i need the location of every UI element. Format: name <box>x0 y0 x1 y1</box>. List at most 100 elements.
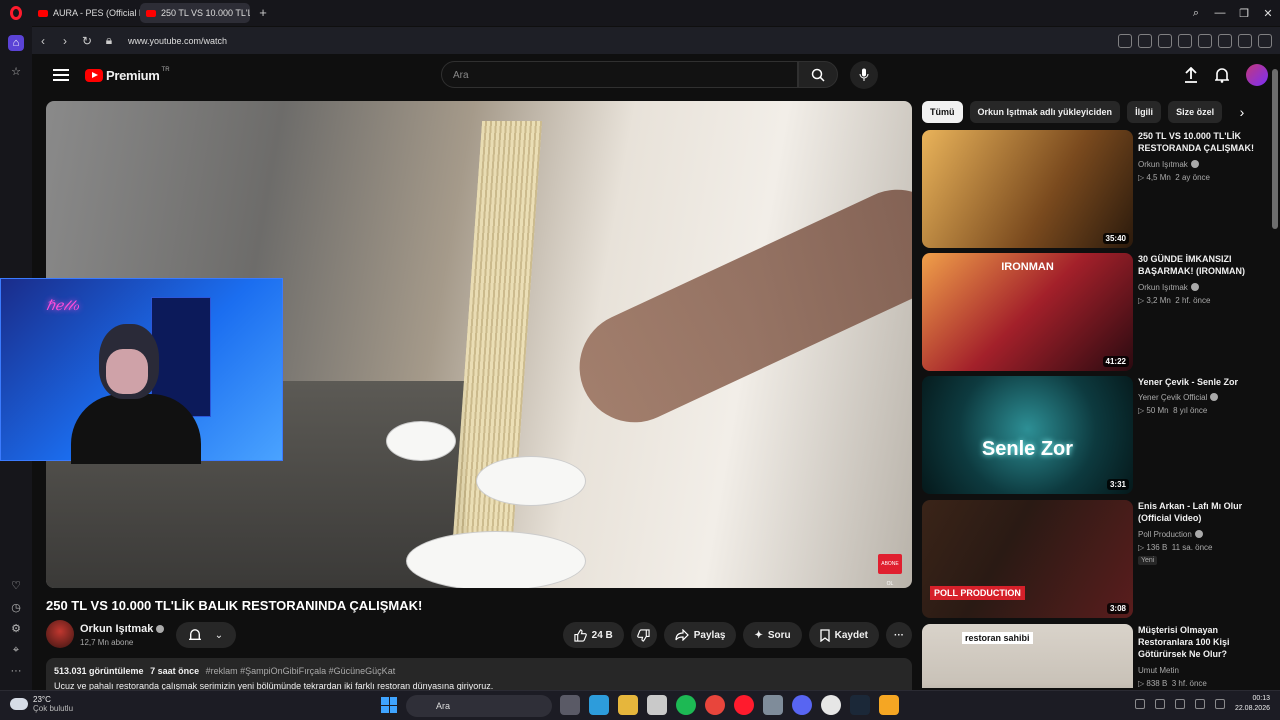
recommendation-title[interactable]: Müşterisi Olmayan Restoranlara 100 Kişi … <box>1138 624 1263 660</box>
notifications-bell-icon[interactable] <box>1215 67 1229 83</box>
recommendation-channel[interactable]: Orkun Işıtmak <box>1138 283 1199 292</box>
voice-search-button[interactable] <box>850 61 878 89</box>
profile-icon[interactable] <box>1238 33 1252 48</box>
taskbar-search[interactable]: Ara <box>406 695 552 717</box>
forward-icon[interactable]: › <box>54 30 76 52</box>
channel-avatar[interactable] <box>46 620 74 648</box>
recommendation-title[interactable]: Yener Çevik - Senle Zor <box>1138 376 1263 388</box>
back-icon[interactable]: ‹ <box>32 30 54 52</box>
upload-icon[interactable] <box>1184 67 1198 83</box>
edit-icon[interactable] <box>1118 33 1132 48</box>
maximize-button[interactable]: ❐ <box>1232 0 1256 26</box>
logo-text: Premium <box>106 67 160 83</box>
chevron-up-icon[interactable] <box>1134 699 1145 709</box>
video-thumbnail[interactable]: Senle Zor 3:31 <box>922 376 1133 494</box>
dislike-button[interactable] <box>630 622 657 648</box>
recommendation-item[interactable]: POLL PRODUCTION 3:08 Enis Arkan - Lafı M… <box>922 500 1268 618</box>
tab-current-video[interactable]: 250 TL VS 10.000 TL'LİK <box>140 3 250 23</box>
wifi-icon[interactable] <box>1194 699 1205 709</box>
settings-icon[interactable]: ⚙ <box>8 620 24 636</box>
recommendation-title[interactable]: Enis Arkan - Lafı Mı Olur (Official Vide… <box>1138 500 1263 524</box>
url-field[interactable]: www.youtube.com/watch <box>128 36 227 46</box>
bookmark-icon[interactable]: ☆ <box>8 63 24 79</box>
recommendation-item[interactable]: IRONMAN 41:22 30 GÜNDE İMKANSIZI BAŞARMA… <box>922 253 1268 371</box>
opera-icon[interactable] <box>734 695 754 715</box>
recommendation-channel[interactable]: Yener Çevik Official <box>1138 393 1219 402</box>
menu-hamburger-icon[interactable] <box>53 69 69 81</box>
steam-icon[interactable] <box>850 695 870 715</box>
list-icon[interactable] <box>1218 33 1232 48</box>
copilot-icon[interactable] <box>589 695 609 715</box>
reload-icon[interactable]: ↻ <box>76 30 98 52</box>
file-explorer-icon[interactable] <box>618 695 638 715</box>
recommendation-title[interactable]: 30 GÜNDE İMKANSIZI BAŞARMAK! (IRONMAN) <box>1138 253 1263 277</box>
task-view-icon[interactable] <box>560 695 580 715</box>
camera-icon[interactable] <box>1138 33 1152 48</box>
history-icon[interactable]: ◷ <box>8 599 24 615</box>
chip-uploader[interactable]: Orkun Işıtmak adlı yükleyiciden <box>969 101 1121 123</box>
recommendation-channel[interactable]: Umut Metin <box>1138 666 1179 675</box>
heart-icon[interactable] <box>1198 33 1212 48</box>
webcam-person-face <box>106 349 148 394</box>
like-button[interactable]: 24 B <box>562 622 624 648</box>
shield-icon[interactable] <box>1158 33 1172 48</box>
video-thumbnail[interactable]: 35:40 <box>922 130 1133 248</box>
recommendation-channel[interactable]: Orkun Işıtmak <box>1138 160 1199 169</box>
recommendation-item[interactable]: 35:40 250 TL VS 10.000 TL'LİK RESTORANDA… <box>922 130 1268 248</box>
home-icon[interactable]: ⌂ <box>8 35 24 51</box>
video-thumbnail[interactable]: POLL PRODUCTION 3:08 <box>922 500 1133 618</box>
more-icon[interactable]: ··· <box>8 663 24 679</box>
menu-icon[interactable] <box>1258 33 1272 48</box>
search-tabs-icon[interactable]: ⌕ <box>1184 0 1208 26</box>
more-actions-button[interactable]: ··· <box>886 622 912 648</box>
video-thumbnail[interactable]: IRONMAN 41:22 <box>922 253 1133 371</box>
subscribe-watermark[interactable]: ABONE OL <box>878 554 902 587</box>
chevron-right-icon[interactable]: › <box>1232 101 1252 123</box>
spotify-icon[interactable] <box>676 695 696 715</box>
clock[interactable]: 00:13 22.08.2026 <box>1235 694 1270 714</box>
ask-label: Soru <box>767 629 791 641</box>
search-input[interactable]: Ara <box>441 61 798 88</box>
channel-name[interactable]: Orkun Işıtmak <box>80 623 165 635</box>
recommendation-item[interactable]: Senle Zor 3:31 Yener Çevik - Senle Zor Y… <box>922 376 1268 494</box>
share-button[interactable]: Paylaş <box>663 622 737 648</box>
share-label: Paylaş <box>693 629 726 641</box>
new-tab-button[interactable]: + <box>256 6 270 20</box>
ask-button[interactable]: ✦ Soru <box>743 622 802 648</box>
store-icon[interactable] <box>647 695 667 715</box>
app-icon[interactable] <box>879 695 899 715</box>
system-tray: 00:13 22.08.2026 <box>1134 694 1270 714</box>
recommendation-title[interactable]: 250 TL VS 10.000 TL'LİK RESTORANDA ÇALIŞ… <box>1138 130 1263 154</box>
microphone-icon[interactable] <box>1174 699 1185 709</box>
save-button[interactable]: Kaydet <box>808 622 879 648</box>
close-button[interactable]: ✕ <box>1256 0 1280 26</box>
hashtags[interactable]: #reklam #ŞampiOnGibiFırçala #GücüneGüçKa… <box>206 666 396 676</box>
tab-aura[interactable]: AURA - PES (Official Musi <box>32 3 140 23</box>
minimize-button[interactable]: — <box>1208 0 1232 26</box>
discord-icon[interactable] <box>792 695 812 715</box>
page-scrollbar[interactable] <box>1270 55 1280 690</box>
network-icon[interactable] <box>1154 699 1165 709</box>
subscription-bell-button[interactable]: ⌄ <box>176 622 236 648</box>
recommendation-channel[interactable]: Poll Production <box>1138 530 1203 539</box>
chrome-icon[interactable] <box>705 695 725 715</box>
weather-widget[interactable]: 23°C Çok bulutlu <box>10 695 73 713</box>
search-button[interactable] <box>798 61 838 88</box>
windows-start-icon[interactable] <box>381 697 397 713</box>
play-icon[interactable] <box>1178 33 1192 48</box>
video-thumbnail[interactable]: restoran sahibi <box>922 624 1133 688</box>
volume-icon[interactable] <box>1214 699 1225 709</box>
location-icon[interactable]: ⌖ <box>8 642 24 658</box>
opera-logo-icon[interactable] <box>0 0 32 26</box>
recommendation-item[interactable]: restoran sahibi Müşterisi Olmayan Restor… <box>922 624 1268 688</box>
youtube-logo[interactable]: Premium TR <box>85 67 170 83</box>
channel-text: Orkun Işıtmak <box>1138 160 1188 169</box>
heart-icon[interactable]: ♡ <box>8 577 24 593</box>
scrollbar-thumb[interactable] <box>1272 69 1278 229</box>
account-avatar[interactable] <box>1246 64 1268 86</box>
settings-icon[interactable] <box>763 695 783 715</box>
chip-related[interactable]: İlgili <box>1127 101 1162 123</box>
obs-icon[interactable] <box>821 695 841 715</box>
chip-all[interactable]: Tümü <box>922 101 963 123</box>
chip-for-you[interactable]: Size özel <box>1168 101 1223 123</box>
